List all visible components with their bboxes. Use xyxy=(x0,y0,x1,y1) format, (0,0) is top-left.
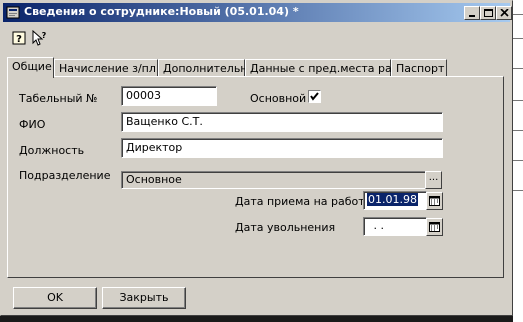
window-title: Сведения о сотруднике:Новый (05.01.04) * xyxy=(24,5,299,18)
pointer-question-icon: ? xyxy=(32,29,47,46)
maximize-button[interactable] xyxy=(480,6,496,20)
minimize-icon xyxy=(469,15,475,17)
app-icon xyxy=(6,5,21,20)
svg-text:?: ? xyxy=(42,31,47,40)
hire-date-calendar-button[interactable] xyxy=(426,192,443,210)
main-checkbox-label: Основной xyxy=(250,92,307,105)
division-select-button[interactable]: ... xyxy=(425,171,442,189)
context-help-button[interactable]: ? xyxy=(31,29,48,47)
tab-passport[interactable]: Паспорт xyxy=(391,59,447,77)
position-label: Должность xyxy=(19,144,85,157)
tabel-number-field[interactable]: 00003 xyxy=(121,86,217,106)
ok-button[interactable]: OK xyxy=(13,287,97,309)
tab-general[interactable]: Общие xyxy=(7,57,54,78)
title-bar[interactable]: Сведения о сотруднике:Новый (05.01.04) * xyxy=(3,3,512,22)
help-icon: ? xyxy=(12,31,26,45)
close-dialog-button[interactable]: Закрыть xyxy=(102,287,186,309)
help-button[interactable]: ? xyxy=(11,30,28,47)
svg-text:?: ? xyxy=(16,34,22,45)
tab-payroll[interactable]: Начисление з/пл xyxy=(54,59,158,77)
dismiss-date-field[interactable]: . . xyxy=(363,217,427,236)
calendar-icon xyxy=(429,222,440,232)
fio-label: ФИО xyxy=(19,118,46,131)
tab-additional[interactable]: Дополнительно xyxy=(158,59,254,77)
close-button[interactable] xyxy=(496,6,512,20)
hire-date-value: 01.01.98 xyxy=(367,193,418,206)
dismiss-date-calendar-button[interactable] xyxy=(426,218,443,236)
checkmark-icon xyxy=(310,92,319,101)
background-window-edge xyxy=(513,0,523,322)
calendar-icon xyxy=(429,196,440,206)
division-field[interactable]: Основное xyxy=(121,171,426,189)
main-checkbox[interactable] xyxy=(308,90,321,103)
division-label: Подразделение xyxy=(19,169,111,182)
minimize-button[interactable] xyxy=(464,6,480,20)
hire-date-label: Дата приема на работу xyxy=(235,195,372,208)
maximize-icon xyxy=(484,9,493,17)
fio-field[interactable]: Ващенко С.Т. xyxy=(121,112,443,132)
dismiss-date-label: Дата увольнения xyxy=(235,221,336,234)
tabel-number-label: Табельный № xyxy=(19,92,98,105)
hire-date-field[interactable]: 01.01.98 xyxy=(363,191,427,210)
position-field[interactable]: Директор xyxy=(121,138,443,158)
tab-previous-job[interactable]: Данные с пред.места раб. xyxy=(245,59,402,77)
close-icon xyxy=(500,9,509,17)
employee-dialog: Сведения о сотруднике:Новый (05.01.04) *… xyxy=(0,0,513,316)
